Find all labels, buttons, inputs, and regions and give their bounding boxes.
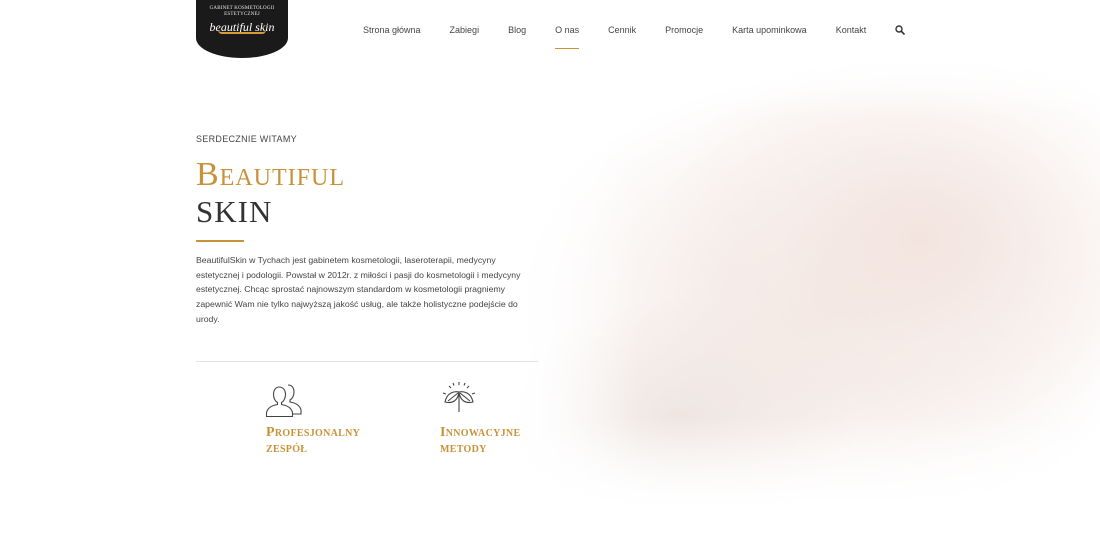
feature-label-line2: zespół [266, 441, 308, 456]
feature-professional-team: Profesjonalny zespół [266, 380, 360, 457]
hero-image-massage [500, 58, 1100, 508]
feature-innovative-methods: Innowacyjne metody [440, 380, 520, 457]
search-icon[interactable] [895, 25, 905, 35]
nav-item-gift-card[interactable]: Karta upominkowa [732, 25, 807, 35]
section-divider [196, 361, 538, 362]
nav-item-about[interactable]: O nas [555, 25, 580, 49]
main-nav: Strona główna Zabiegi Blog O nas Cennik … [363, 22, 895, 49]
nav-item-blog[interactable]: Blog [508, 25, 526, 35]
nav-item-contact[interactable]: Kontakt [836, 25, 867, 35]
nav-item-treatments[interactable]: Zabiegi [450, 25, 480, 35]
nav-item-prices[interactable]: Cennik [608, 25, 636, 35]
intro-title-line2: SKIN [196, 194, 273, 229]
innovation-leaf-icon [442, 382, 476, 412]
hero-fade-bottom [500, 418, 1100, 508]
intro-title-line1: Beautiful [196, 156, 345, 193]
team-icon [266, 384, 302, 418]
feature-label-line1: Innowacyjne [440, 425, 521, 440]
logo-swoosh [218, 30, 266, 34]
title-underline [196, 240, 244, 242]
intro-eyebrow: SERDECZNIE WITAMY [196, 134, 297, 144]
intro-description: BeautifulSkin w Tychach jest gabinetem k… [196, 255, 521, 324]
site-logo[interactable]: GABINET KOSMETOLOGII ESTETYCZNEJ beautif… [196, 0, 288, 58]
feature-label-line1: Profesjonalny [266, 425, 361, 440]
nav-item-promotions[interactable]: Promocje [665, 25, 703, 35]
nav-item-home[interactable]: Strona główna [363, 25, 421, 35]
logo-tagline: GABINET KOSMETOLOGII ESTETYCZNEJ [209, 6, 275, 17]
feature-label-line2: metody [440, 441, 487, 456]
